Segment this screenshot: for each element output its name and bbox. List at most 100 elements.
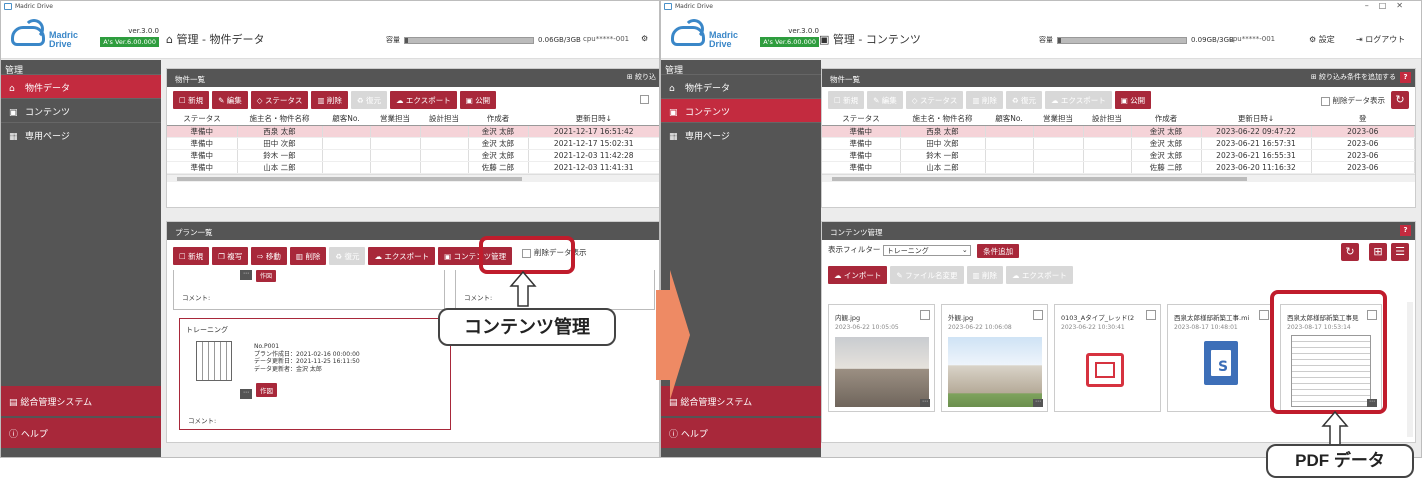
app-icon — [664, 3, 672, 10]
file-checkbox[interactable] — [1033, 310, 1043, 320]
file-checkbox[interactable] — [1146, 310, 1156, 320]
table-row[interactable]: 準備中 鈴木 一郎 金沢 太郎 2021-12-03 11:42:28 — [167, 149, 659, 162]
more-icon[interactable]: ⋯ — [1033, 399, 1043, 407]
col-header[interactable]: 作成者 — [1131, 113, 1201, 126]
restore-button[interactable]: ♻ 復元 — [329, 247, 366, 265]
col-header[interactable]: 営業担当 — [1033, 113, 1083, 126]
horizontal-scrollbar[interactable] — [167, 173, 659, 182]
sidebar-item-page[interactable]: ▦ 専用ページ — [1, 122, 161, 146]
table-row[interactable]: 準備中 西泉 太郎 金沢 太郎 2023-06-22 09:47:22 2023-06 — [822, 125, 1415, 138]
file-checkbox[interactable] — [1259, 310, 1269, 320]
col-header[interactable]: 設計担当 — [420, 113, 468, 126]
plan-card[interactable]: コメント: — [455, 270, 655, 310]
status-button[interactable]: ◇ ステータス — [905, 91, 964, 109]
more-icon[interactable]: ⋯ — [240, 270, 252, 280]
grid-view-icon[interactable]: ⊞ — [1369, 243, 1387, 261]
restore-button[interactable]: ♻ 復元 — [1005, 91, 1043, 109]
highlight-frame — [1270, 290, 1387, 414]
deleted-checkbox[interactable] — [1320, 96, 1330, 106]
filter-add-button[interactable]: ⊞ 絞り込 — [627, 72, 656, 82]
delete-button[interactable]: ▥ 削除 — [966, 266, 1004, 284]
help-link[interactable]: ⓘ ヘルプ — [1, 418, 161, 448]
export-button[interactable]: ☁ エクスポート — [390, 91, 457, 109]
col-header[interactable]: 顧客No. — [322, 113, 370, 126]
more-icon[interactable]: ⋯ — [240, 389, 252, 399]
more-icon[interactable]: ⋯ — [920, 399, 930, 407]
table-row[interactable]: 準備中 山本 二郎 佐藤 二郎 2023-06-20 11:16:32 2023-06 — [822, 161, 1415, 174]
export-button[interactable]: ☁ エクスポート — [1006, 266, 1073, 284]
move-button[interactable]: ⇨ 移動 — [251, 247, 287, 265]
vertical-scrollbar[interactable] — [1407, 302, 1413, 437]
filter-add-button[interactable]: ⊞ 絞り込み条件を追加する? — [1311, 72, 1411, 83]
cell: 鈴木 一郎 — [900, 149, 986, 162]
status-button[interactable]: ◇ ステータス — [250, 91, 309, 109]
plan-card-training[interactable]: トレーニング No.P001 プラン作成日：2021-02-16 00:00:0… — [179, 318, 451, 430]
publish-button[interactable]: ▣ 公開 — [459, 91, 497, 109]
system-link[interactable]: ▤ 総合管理システム — [1, 386, 161, 416]
draw-button[interactable]: 作図 — [256, 270, 277, 282]
table-row[interactable]: 準備中 西泉 太郎 金沢 太郎 2021-12-17 16:51:42 — [167, 125, 659, 138]
sidebar-item-property[interactable]: ⌂ 物件データ — [661, 74, 821, 98]
col-header[interactable]: ステータス — [167, 113, 237, 126]
cell — [985, 125, 1034, 138]
delete-button[interactable]: ▥ 削除 — [966, 91, 1003, 109]
refresh-icon[interactable]: ↻ — [1391, 91, 1409, 109]
settings-link[interactable]: ⚙ 設定 — [1309, 34, 1335, 45]
publish-button[interactable]: ▣ 公開 — [1114, 91, 1152, 109]
col-header[interactable]: 設計担当 — [1083, 113, 1131, 126]
file-card[interactable]: 西泉太郎様邸新築工事.mi 2023-08-17 10:48:01 S — [1167, 304, 1274, 412]
help-icon[interactable]: ? — [1400, 225, 1411, 236]
table-row[interactable]: 準備中 山本 二郎 佐藤 二郎 2021-12-03 11:41:31 — [167, 161, 659, 174]
col-header[interactable]: 施主名・物件名称 — [237, 113, 322, 126]
new-button[interactable]: ☐ 新規 — [173, 247, 210, 265]
toolbar: ☐ 新規 ❐ 複写 ⇨ 移動 ▥ 削除 ♻ 復元 ☁ エクスポート ▣ コンテンツ管理 削除… — [167, 240, 659, 270]
deleted-toggle[interactable]: 削除データ表示 — [1320, 95, 1385, 106]
help-icon[interactable]: ? — [1400, 72, 1411, 83]
file-card[interactable]: 内観.jpg 2023-06-22 10:05:05 ⋯ — [828, 304, 935, 412]
sidebar-item-property[interactable]: ⌂ 物件データ — [1, 74, 161, 98]
delete-button[interactable]: ▥ 削除 — [289, 247, 327, 265]
list-view-icon[interactable]: ☰ — [1391, 243, 1409, 261]
edit-button[interactable]: ✎ 編集 — [212, 91, 248, 109]
import-button[interactable]: ☁ インポート — [828, 266, 888, 284]
settings-icon[interactable]: ⚙ — [641, 34, 648, 43]
col-header[interactable]: 登 — [1311, 113, 1415, 126]
new-button[interactable]: ☐ 新規 — [828, 91, 865, 109]
delete-button[interactable]: ▥ 削除 — [311, 91, 348, 109]
sidebar-item-page[interactable]: ▦ 専用ページ — [661, 122, 821, 146]
col-header[interactable]: ステータス — [822, 113, 900, 126]
cell: 2023-06 — [1311, 149, 1415, 162]
rename-button[interactable]: ✎ ファイル名変更 — [890, 266, 964, 284]
deleted-checkbox[interactable] — [640, 95, 649, 104]
capacity-text: 0.06GB/3GB — [538, 36, 581, 44]
file-card[interactable]: 外観.jpg 2023-06-22 10:06:08 ⋯ — [941, 304, 1048, 412]
col-header[interactable]: 施主名・物件名称 — [900, 113, 985, 126]
restore-button[interactable]: ♻ 復元 — [350, 91, 388, 109]
table-row[interactable]: 準備中 田中 次郎 金沢 太郎 2023-06-21 16:57:31 2023-06 — [822, 137, 1415, 150]
table-row[interactable]: 準備中 田中 次郎 金沢 太郎 2021-12-17 15:02:31 — [167, 137, 659, 150]
file-card[interactable]: 0103_Aタイプ_レッド(2 2023-06-22 10:30:41 — [1054, 304, 1161, 412]
file-checkbox[interactable] — [920, 310, 930, 320]
edit-button[interactable]: ✎ 編集 — [867, 91, 903, 109]
col-header[interactable]: 顧客No. — [985, 113, 1033, 126]
filter-select[interactable]: トレーニング ⌄ — [882, 244, 971, 256]
add-condition-button[interactable]: 条件追加 — [977, 244, 1020, 258]
col-header[interactable]: 更新日時↓ — [528, 113, 659, 126]
sidebar-item-contents[interactable]: ▣ コンテンツ — [1, 98, 161, 122]
window-controls[interactable]: –□✕ — [1365, 1, 1413, 10]
help-link[interactable]: ⓘ ヘルプ — [661, 418, 821, 448]
export-button[interactable]: ☁ エクスポート — [368, 247, 436, 265]
export-button[interactable]: ☁ エクスポート — [1045, 91, 1112, 109]
logout-link[interactable]: ⇥ ログアウト — [1356, 34, 1405, 45]
col-header[interactable]: 営業担当 — [370, 113, 420, 126]
draw-button[interactable]: 作図 — [256, 383, 277, 397]
col-header[interactable]: 更新日時↓ — [1201, 113, 1311, 126]
table-row[interactable]: 準備中 鈴木 一郎 金沢 太郎 2023-06-21 16:55:31 2023-06 — [822, 149, 1415, 162]
sidebar-item-contents[interactable]: ▣ コンテンツ — [661, 98, 821, 122]
refresh-icon[interactable]: ↻ — [1341, 243, 1359, 261]
copy-button[interactable]: ❐ 複写 — [212, 247, 249, 265]
new-button[interactable]: ☐ 新規 — [173, 91, 210, 109]
col-header[interactable]: 作成者 — [468, 113, 528, 126]
horizontal-scrollbar[interactable] — [822, 173, 1415, 182]
plan-card[interactable]: ⋯ 作図 コメント: — [173, 270, 445, 310]
